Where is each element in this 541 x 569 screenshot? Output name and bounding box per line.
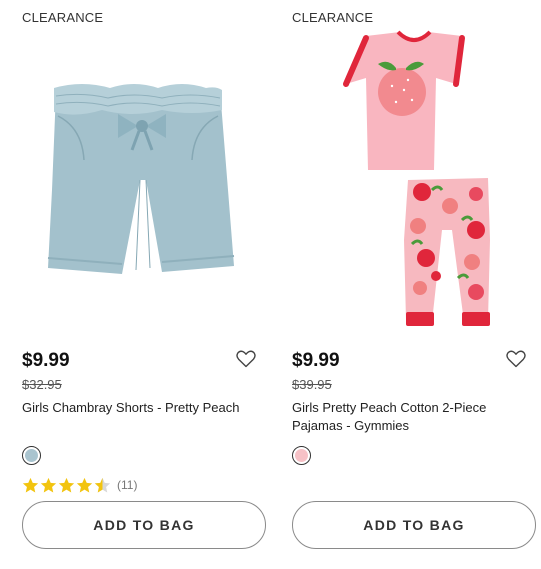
original-price: $32.95 (22, 377, 62, 392)
star-rating[interactable]: (11) (22, 476, 137, 494)
review-count: (11) (117, 478, 138, 492)
sale-price: $9.99 (22, 350, 70, 371)
sale-price: $9.99 (292, 350, 340, 371)
original-price: $39.95 (292, 377, 332, 392)
product-card-chambray-shorts: CLEARANCE $9.99 $32.95 Girls Chambray Sh… (22, 0, 268, 569)
color-swatch-pink[interactable] (292, 446, 311, 465)
product-name-link[interactable]: Girls Chambray Shorts - Pretty Peach (22, 399, 257, 417)
star-full-icon (76, 477, 93, 492)
star-full-icon (22, 477, 39, 492)
star-full-icon (40, 477, 57, 492)
add-to-bag-button[interactable]: ADD TO BAG (292, 501, 536, 549)
clearance-badge: CLEARANCE (22, 10, 104, 25)
color-swatch-chambray[interactable] (22, 446, 41, 465)
peach-pajamas-image (343, 30, 490, 326)
product-image-shorts[interactable] (22, 30, 268, 330)
wishlist-heart-icon[interactable] (506, 350, 526, 368)
wishlist-heart-icon[interactable] (236, 350, 256, 368)
product-card-peach-pajamas: CLEARANCE $9.99 $39.95 Girls Pretty Peac… (292, 0, 538, 569)
chambray-shorts-image (47, 84, 235, 274)
product-image-pajamas[interactable] (292, 30, 538, 330)
clearance-badge: CLEARANCE (292, 10, 374, 25)
product-name-link[interactable]: Girls Pretty Peach Cotton 2-Piece Pajama… (292, 399, 527, 435)
swatch-fill (295, 449, 308, 462)
swatch-fill (25, 449, 38, 462)
star-full-icon (58, 477, 75, 492)
add-to-bag-button[interactable]: ADD TO BAG (22, 501, 266, 549)
star-half-icon (94, 477, 111, 492)
